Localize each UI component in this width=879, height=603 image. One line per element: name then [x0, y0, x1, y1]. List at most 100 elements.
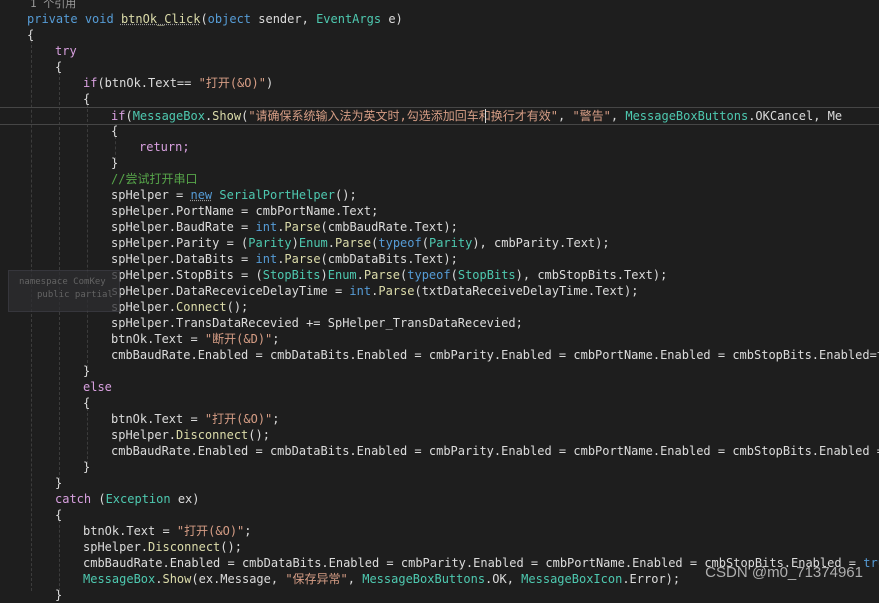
string-literal: "断开(&D)": [204, 332, 273, 346]
code-line[interactable]: {: [27, 27, 879, 43]
string-literal: "保存异常": [285, 572, 348, 586]
peek-line: public partial: [37, 290, 113, 300]
code-line[interactable]: {: [111, 123, 879, 139]
code-line[interactable]: //尝试打开串口: [111, 171, 879, 187]
code-line[interactable]: {: [83, 395, 879, 411]
code-line[interactable]: try: [55, 43, 879, 59]
code-line[interactable]: {: [55, 507, 879, 523]
keyword: typeof: [407, 268, 451, 282]
code-line[interactable]: if(btnOk.Text== "打开(&O)"): [83, 75, 879, 91]
code-line[interactable]: btnOk.Text = "断开(&D)";: [111, 331, 879, 347]
code-text: {: [55, 508, 63, 522]
string-literal: "打开(&O)": [176, 524, 245, 538]
keyword: typeof: [378, 236, 422, 250]
code-text: spHelper.Parity = (: [111, 236, 249, 250]
code-text: ,: [347, 572, 363, 586]
code-text: spHelper.BaudRate =: [111, 220, 256, 234]
watermark: CSDN @m0_71374961: [705, 564, 863, 581]
code-line[interactable]: spHelper.DataBits = int.Parse(cmbDataBit…: [111, 251, 879, 267]
code-line[interactable]: btnOk.Text = "打开(&O)";: [83, 523, 879, 539]
code-text: ();: [220, 540, 242, 554]
code-line[interactable]: }: [83, 459, 879, 475]
code-line[interactable]: }: [55, 475, 879, 491]
type-name: MessageBoxButtons: [362, 572, 486, 586]
type-name: SerialPortHelper: [219, 188, 335, 202]
type-name: MessageBoxIcon: [521, 572, 623, 586]
code-text: ;: [272, 332, 280, 346]
code-line-current[interactable]: if(MessageBox.Show("请确保系统输入法为英文时,勾选添加回车和…: [111, 108, 879, 124]
method-name: Parse: [335, 236, 372, 250]
keyword: try: [55, 44, 77, 58]
code-line[interactable]: }: [111, 155, 879, 171]
keyword: true: [863, 556, 879, 570]
code-text: spHelper.: [111, 300, 177, 314]
code-line[interactable]: else: [83, 379, 879, 395]
indent-guide: [59, 520, 60, 591]
code-line[interactable]: spHelper.DataReceviceDelayTime = int.Par…: [111, 283, 879, 299]
peek-preview-popup[interactable]: namespace ComKey public partial: [8, 270, 120, 312]
keyword: return;: [139, 140, 190, 154]
keyword: int: [349, 284, 372, 298]
code-line[interactable]: cmbBaudRate.Enabled = cmbDataBits.Enable…: [111, 347, 879, 363]
code-text: ), cmbParity.Text);: [472, 236, 610, 250]
code-line[interactable]: cmbBaudRate.Enabled = cmbDataBits.Enable…: [111, 443, 879, 459]
code-text: spHelper.StopBits = (: [111, 268, 263, 282]
code-text: spHelper.DataBits =: [111, 252, 256, 266]
code-editor[interactable]: 1 个引用 private void btnOk_Click(object se…: [0, 0, 879, 602]
keyword: if: [111, 109, 126, 123]
method-name: Disconnect: [176, 428, 249, 442]
keyword: void: [84, 12, 114, 26]
code-text: ;: [272, 412, 280, 426]
code-line[interactable]: spHelper.Parity = (Parity)Enum.Parse (typ…: [111, 235, 879, 251]
code-text: sender,: [251, 12, 317, 26]
codelens-references[interactable]: 1 个引用: [30, 0, 879, 11]
code-line[interactable]: spHelper.TransDataRecevied += SpHelper_T…: [111, 315, 879, 331]
code-text: {: [83, 396, 91, 410]
code-text: ;: [244, 524, 252, 538]
code-line[interactable]: {: [83, 91, 879, 107]
method-name: Connect: [176, 300, 227, 314]
code-text: .: [327, 236, 336, 250]
method-name: Parse: [363, 268, 401, 282]
code-text: spHelper.TransDataRecevied += SpHelper_T…: [111, 316, 523, 330]
indent-guide: [87, 408, 88, 464]
code-text: e): [381, 12, 403, 26]
code-line-signature[interactable]: private void btnOk_Click(object sender, …: [27, 11, 879, 27]
code-line[interactable]: {: [55, 59, 879, 75]
code-line[interactable]: btnOk.Text = "打开(&O)";: [111, 411, 879, 427]
type-name: MessageBox: [83, 572, 156, 586]
code-text: }: [55, 476, 63, 490]
method-name: Show: [212, 109, 242, 123]
code-line[interactable]: spHelper.Connect();: [111, 299, 879, 315]
code-line[interactable]: spHelper = new SerialPortHelper();: [111, 187, 879, 203]
code-text: (txtDataReceiveDelayTime.Text);: [414, 284, 639, 298]
type-name: Parity: [248, 236, 292, 250]
code-text: ex): [170, 492, 200, 506]
type-name: MessageBoxButtons: [625, 109, 749, 123]
type-name: MessageBox: [132, 109, 205, 123]
keyword: object: [207, 12, 252, 26]
code-text: spHelper.DataReceviceDelayTime =: [111, 284, 350, 298]
code-line[interactable]: spHelper.BaudRate = int.Parse(cmbBaudRat…: [111, 219, 879, 235]
code-text: ();: [335, 188, 357, 202]
keyword: private: [27, 12, 78, 26]
code-text: (: [421, 236, 429, 250]
keyword: int: [255, 220, 278, 234]
keyword: int: [255, 252, 278, 266]
code-line[interactable]: }: [83, 363, 879, 379]
code-line[interactable]: spHelper.PortName = cmbPortName.Text;: [111, 203, 879, 219]
method-name: Parse: [378, 284, 415, 298]
code-text: ): [291, 236, 299, 250]
type-name: Enum: [298, 236, 328, 250]
code-text: .OK,: [485, 572, 522, 586]
code-text: (cmbDataBits.Text);: [320, 252, 458, 266]
code-text: spHelper.PortName = cmbPortName.Text;: [111, 204, 379, 218]
code-line[interactable]: }: [55, 587, 879, 603]
code-line[interactable]: spHelper.Disconnect();: [111, 427, 879, 443]
code-line[interactable]: return;: [139, 139, 879, 155]
code-line[interactable]: spHelper.Disconnect();: [83, 539, 879, 555]
code-line[interactable]: catch (Exception ex): [55, 491, 879, 507]
code-line[interactable]: spHelper.StopBits = (StopBits)Enum.Parse…: [111, 267, 879, 283]
keyword: if: [83, 76, 98, 90]
code-text: {: [55, 60, 63, 74]
